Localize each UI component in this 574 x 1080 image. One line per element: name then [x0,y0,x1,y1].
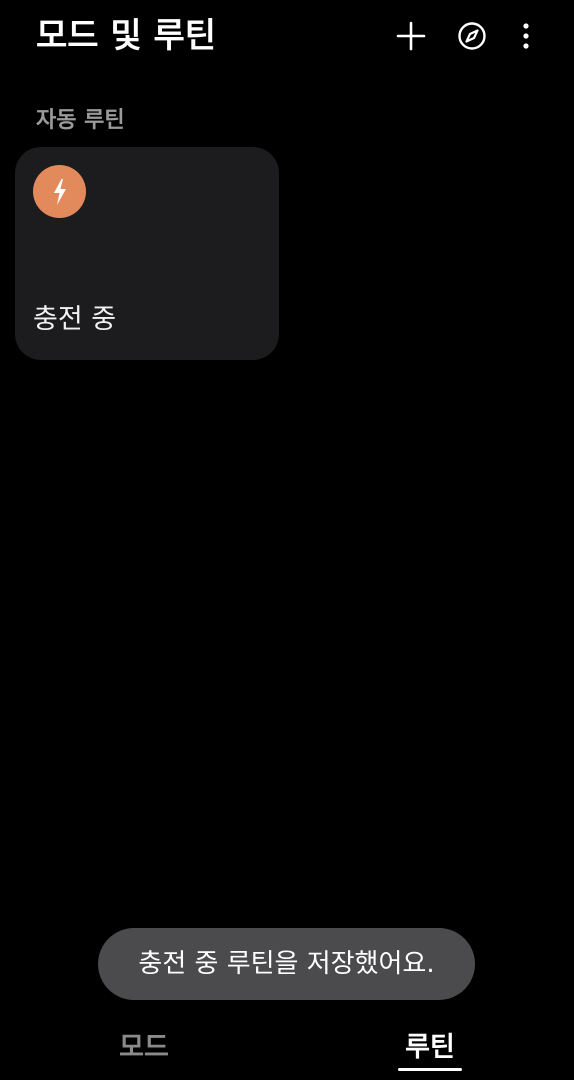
more-options-button[interactable] [504,14,548,58]
toast-notification: 충전 중 루틴을 저장했어요. [98,928,475,1000]
tab-routine[interactable]: 루틴 [392,1030,468,1078]
routine-icon-badge [33,165,86,218]
plus-icon [396,21,426,51]
tab-mode[interactable]: 모드 [104,1030,184,1078]
add-routine-button[interactable] [389,14,433,58]
toast-message: 충전 중 루틴을 저장했어요. [138,949,435,979]
section-header-auto-routines: 자동 루틴 [36,108,125,133]
lightning-bolt-icon [53,178,66,205]
tab-routine-label: 루틴 [405,1032,455,1063]
discover-button[interactable] [450,14,494,58]
more-vertical-icon [523,23,529,49]
routine-name: 충전 중 [33,304,117,335]
page-title: 모드 및 루틴 [36,16,217,56]
tab-selected-indicator [398,1068,462,1071]
routine-card-charging[interactable]: 충전 중 [15,147,279,360]
compass-icon [458,22,486,50]
app-bar: 모드 및 루틴 [0,0,574,72]
